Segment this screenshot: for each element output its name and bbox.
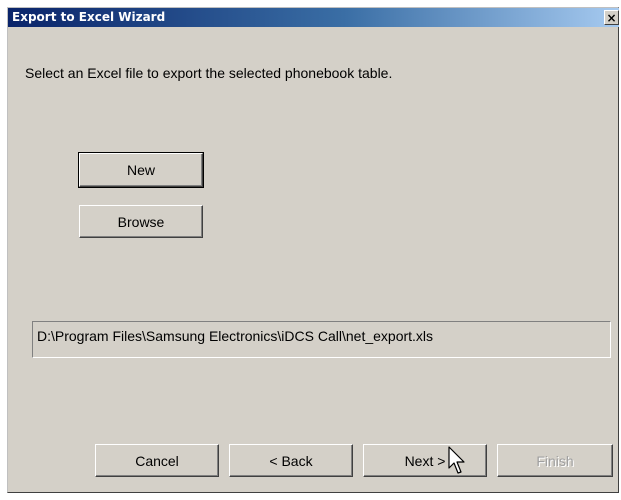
finish-button: Finish: [497, 444, 613, 477]
new-button[interactable]: New: [78, 152, 204, 188]
file-path-field: D:\Program Files\Samsung Electronics\iDC…: [32, 321, 611, 358]
next-button[interactable]: Next >: [363, 444, 487, 477]
close-icon: ×: [606, 10, 617, 25]
close-button[interactable]: ×: [604, 10, 619, 25]
wizard-window: Export to Excel Wizard × Select an Excel…: [7, 7, 619, 493]
window-title: Export to Excel Wizard: [12, 10, 166, 24]
title-bar[interactable]: Export to Excel Wizard ×: [8, 8, 619, 27]
instruction-text: Select an Excel file to export the selec…: [25, 65, 393, 81]
browse-button[interactable]: Browse: [79, 205, 203, 238]
back-button[interactable]: < Back: [229, 444, 353, 477]
cancel-button[interactable]: Cancel: [95, 444, 219, 477]
